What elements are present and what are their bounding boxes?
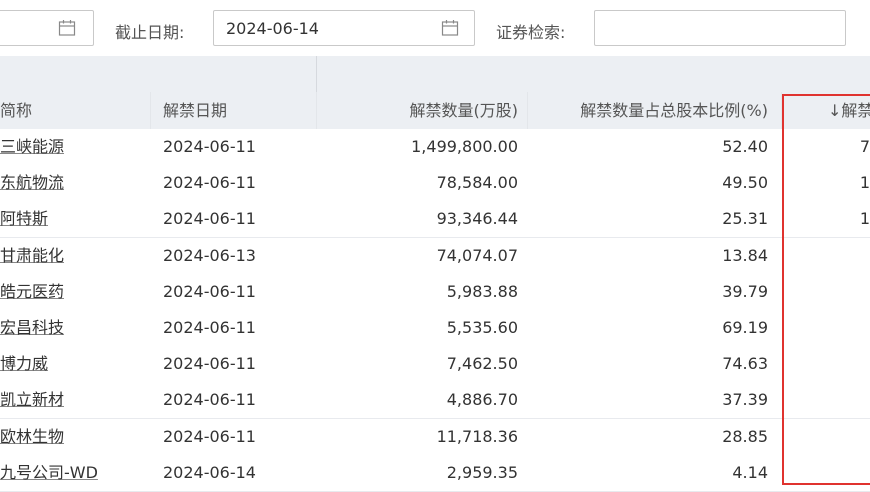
unlock-date-cell: 2024-06-13 — [163, 245, 256, 265]
table-row[interactable]: 阿特斯 2024-06-11 93,346.44 25.31 1 — [0, 201, 870, 239]
unlock-ratio-cell: 69.19 — [722, 318, 768, 337]
sorted-column-cell — [790, 419, 870, 455]
stock-name-link[interactable]: 甘肃能化 — [0, 238, 64, 274]
stock-name-link[interactable]: 宏昌科技 — [0, 310, 64, 346]
unlock-date-cell: 2024-06-11 — [163, 390, 256, 410]
unlock-date-cell: 2024-06-11 — [163, 426, 256, 446]
sorted-column-cell: 1 — [859, 173, 870, 193]
table-row[interactable]: 东航物流 2024-06-11 78,584.00 49.50 1 — [0, 165, 870, 203]
unlock-quantity-cell: 74,074.07 — [436, 245, 518, 265]
stock-name-link[interactable]: 三峡能源 — [0, 129, 64, 165]
calendar-icon[interactable] — [441, 19, 459, 37]
sorted-column-cell — [790, 382, 870, 418]
unlock-ratio-cell: 28.85 — [722, 426, 768, 446]
unlock-quantity-cell: 5,983.88 — [446, 281, 518, 301]
table-header: 简称 解禁日期 解禁数量(万股) 解禁数量占总股本比例(%) ↓解禁 — [0, 92, 870, 130]
table-row[interactable]: 欧林生物 2024-06-11 11,718.36 28.85 — [0, 418, 870, 456]
end-date-value: 2024-06-14 — [226, 19, 319, 38]
sorted-column-cell — [790, 346, 870, 382]
unlock-date-cell: 2024-06-11 — [163, 209, 256, 229]
sorted-column-cell — [790, 455, 870, 491]
table-row[interactable]: 三峡能源 2024-06-11 1,499,800.00 52.40 7 — [0, 129, 870, 166]
end-date-input[interactable]: 2024-06-14 — [213, 10, 475, 46]
stock-name-link[interactable]: 凯立新材 — [0, 382, 64, 418]
unlock-quantity-cell: 93,346.44 — [436, 209, 518, 229]
end-date-label: 截止日期: — [115, 23, 185, 42]
sorted-column-cell — [790, 310, 870, 346]
stock-name-link[interactable]: 欧林生物 — [0, 419, 64, 455]
search-label: 证券检索: — [496, 23, 566, 42]
filter-bar: 截止日期: 2024-06-14 证券检索: — [0, 0, 870, 56]
header-name[interactable]: 简称 — [0, 92, 32, 129]
unlock-date-cell: 2024-06-11 — [163, 354, 256, 374]
unlock-quantity-cell: 4,886.70 — [446, 390, 518, 410]
unlock-quantity-cell: 11,718.36 — [436, 426, 518, 446]
stock-name-link[interactable]: 阿特斯 — [0, 201, 48, 237]
table-row[interactable]: 甘肃能化 2024-06-13 74,074.07 13.84 — [0, 237, 870, 275]
table-row[interactable]: 九号公司-WD 2024-06-14 2,959.35 4.14 — [0, 454, 870, 492]
stock-name-link[interactable]: 东航物流 — [0, 165, 64, 201]
stock-name-link[interactable]: 九号公司-WD — [0, 455, 98, 491]
unlock-quantity-cell: 78,584.00 — [436, 173, 518, 193]
table-row[interactable]: 宏昌科技 2024-06-11 5,535.60 69.19 — [0, 310, 870, 347]
unlock-ratio-cell: 4.14 — [732, 462, 768, 482]
unlock-quantity-cell: 2,959.35 — [446, 462, 518, 482]
unlock-ratio-cell: 37.39 — [722, 390, 768, 410]
unlock-date-cell: 2024-06-11 — [163, 318, 256, 337]
unlock-ratio-cell: 13.84 — [722, 245, 768, 265]
security-search-input[interactable] — [594, 10, 846, 46]
sorted-column-cell: 7 — [859, 137, 870, 156]
group-divider — [316, 56, 317, 92]
unlock-date-cell: 2024-06-11 — [163, 137, 256, 156]
stock-name-link[interactable]: 皓元医药 — [0, 274, 64, 310]
calendar-icon[interactable] — [58, 19, 76, 37]
table-row[interactable]: 博力威 2024-06-11 7,462.50 74.63 — [0, 346, 870, 384]
unlock-ratio-cell: 74.63 — [722, 354, 768, 374]
header-sorted-column[interactable]: ↓解禁 — [828, 92, 870, 129]
unlock-date-cell: 2024-06-14 — [163, 462, 256, 482]
start-date-input[interactable] — [0, 10, 94, 46]
table-group-header — [0, 56, 870, 92]
unlock-quantity-cell: 5,535.60 — [446, 318, 518, 337]
unlock-quantity-cell: 7,462.50 — [446, 354, 518, 374]
unlock-quantity-cell: 1,499,800.00 — [411, 137, 518, 156]
stock-name-link[interactable]: 博力威 — [0, 346, 48, 382]
unlock-ratio-cell: 39.79 — [722, 281, 768, 301]
header-unlock-ratio[interactable]: 解禁数量占总股本比例(%) — [528, 92, 768, 129]
sorted-column-cell — [790, 274, 870, 310]
unlock-ratio-cell: 25.31 — [722, 209, 768, 229]
table-row[interactable]: 皓元医药 2024-06-11 5,983.88 39.79 — [0, 273, 870, 311]
table-row[interactable]: 凯立新材 2024-06-11 4,886.70 37.39 — [0, 382, 870, 420]
sorted-column-cell: 1 — [859, 209, 870, 229]
unlock-date-cell: 2024-06-11 — [163, 281, 256, 301]
header-unlock-quantity[interactable]: 解禁数量(万股) — [328, 92, 519, 129]
unlock-ratio-cell: 49.50 — [722, 173, 768, 193]
header-unlock-date[interactable]: 解禁日期 — [163, 92, 227, 129]
unlock-ratio-cell: 52.40 — [722, 137, 768, 156]
sorted-column-cell — [790, 238, 870, 274]
unlock-date-cell: 2024-06-11 — [163, 173, 256, 193]
